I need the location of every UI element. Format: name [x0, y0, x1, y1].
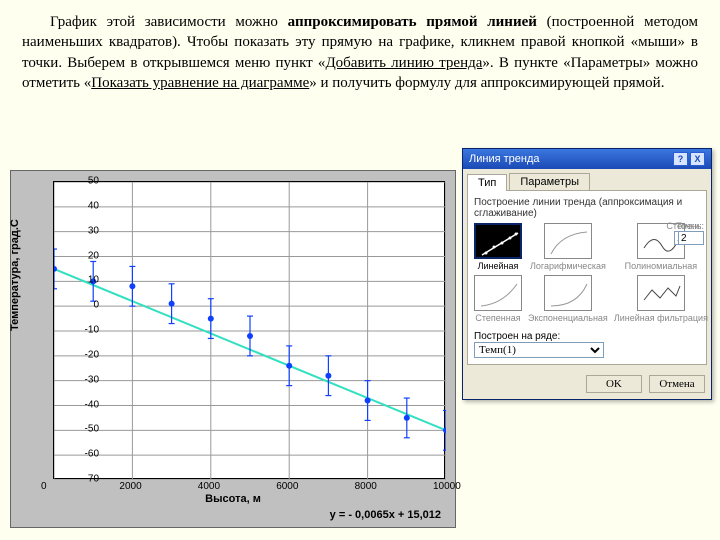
x-axis-label: Высота, м — [11, 493, 455, 505]
y-tick: 20 — [59, 250, 99, 261]
x-tick: 6000 — [276, 481, 298, 492]
chart-plot-area[interactable] — [53, 181, 445, 479]
p-t4: » и получить формулу для аппроксимирующе… — [309, 75, 664, 91]
y-tick: 10 — [59, 275, 99, 286]
chart-svg — [54, 182, 446, 480]
data-points[interactable] — [54, 249, 446, 450]
dialog-panel: Построение линии тренда (аппроксимация и… — [467, 190, 707, 365]
dialog-tabs: Тип Параметры — [463, 169, 711, 190]
y-tick: -60 — [59, 449, 99, 460]
points-label: Точки: — [676, 221, 702, 231]
y-tick: 40 — [59, 200, 99, 211]
help-button[interactable]: ? — [673, 152, 688, 166]
y-tick: 50 — [59, 176, 99, 187]
y-tick: 30 — [59, 225, 99, 236]
x-tick: 4000 — [198, 481, 220, 492]
y-axis-label: Температура, град.С — [9, 219, 21, 331]
paragraph: График этой зависимости можно аппроксими… — [0, 0, 720, 101]
y-tick: 0 — [59, 300, 99, 311]
dialog-titlebar[interactable]: Линия тренда ? X — [463, 149, 711, 169]
y-tick: -30 — [59, 374, 99, 385]
group-title: Построение линии тренда (аппроксимация и… — [474, 197, 700, 219]
p-b1: аппроксимировать прямой линией — [288, 14, 537, 30]
trend-type-grid: Линейная Логарифмическая Полиномиальная … — [474, 223, 700, 323]
y-tick: -50 — [59, 424, 99, 435]
trendline-dialog[interactable]: Линия тренда ? X Тип Параметры Построени… — [462, 148, 712, 400]
x-tick: 10000 — [433, 481, 461, 492]
close-button[interactable]: X — [690, 152, 705, 166]
tab-params[interactable]: Параметры — [509, 173, 590, 190]
trend-type-power[interactable]: Степенная — [474, 275, 522, 323]
trend-type-linear[interactable]: Линейная — [474, 223, 522, 271]
points-input[interactable] — [678, 231, 704, 245]
p-u1: Добавить линию тренда — [325, 55, 482, 71]
p-t1: График этой зависимости можно — [50, 14, 288, 30]
y-tick: -20 — [59, 349, 99, 360]
p-u2: Показать уравнение на диаграмме — [91, 75, 309, 91]
chart-container: Температура, град.С Высота, м y = - 0,00… — [10, 170, 456, 528]
trendline-equation: y = - 0,0065x + 15,012 — [330, 509, 441, 521]
y-tick: -40 — [59, 399, 99, 410]
y-tick: -70 — [59, 474, 99, 485]
x-tick: 0 — [41, 481, 47, 492]
x-tick: 2000 — [119, 481, 141, 492]
y-tick: -10 — [59, 325, 99, 336]
tab-type[interactable]: Тип — [467, 174, 507, 191]
x-tick: 8000 — [355, 481, 377, 492]
dialog-title: Линия тренда — [469, 153, 539, 165]
